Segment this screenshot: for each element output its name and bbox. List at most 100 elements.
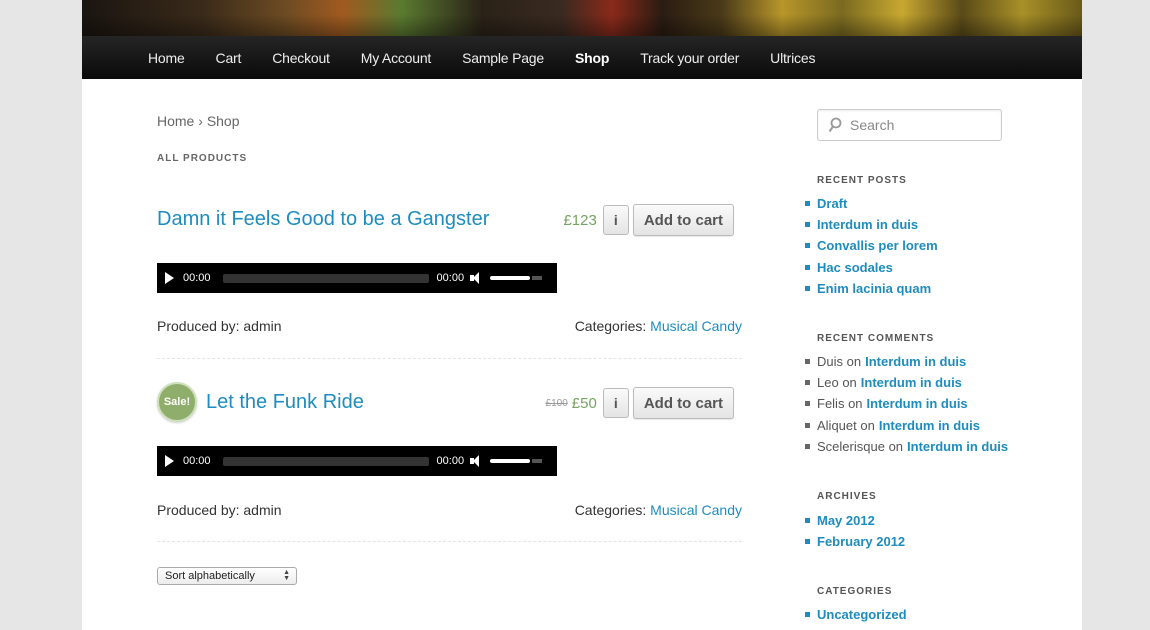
list-item: Felis on Interdum in duis: [805, 393, 1008, 414]
header-banner-image: [82, 0, 1082, 36]
product-price-area: £123 i Add to cart: [563, 204, 734, 236]
divider: [157, 541, 742, 542]
comment-on: on: [842, 375, 857, 391]
volume-slider-rest: [532, 276, 543, 280]
comment-author: Leo on: [817, 375, 857, 390]
volume-icon[interactable]: [470, 455, 484, 467]
volume-icon[interactable]: [470, 272, 484, 284]
audio-progress-bar[interactable]: [222, 456, 429, 466]
product-price-area: £100 £50 i Add to cart: [546, 387, 734, 419]
comment-on: on: [846, 354, 862, 370]
audio-current-time: 00:00: [183, 272, 211, 284]
list-item: Interdum in duis: [805, 214, 938, 235]
product-price: £123: [563, 211, 597, 229]
product-title[interactable]: Damn it Feels Good to be a Gangster: [157, 208, 489, 231]
audio-player: 00:00 00:00: [157, 446, 557, 476]
category-link[interactable]: Musical Candy: [650, 502, 742, 518]
nav-checkout[interactable]: Checkout: [272, 50, 330, 66]
audio-duration: 00:00: [436, 272, 465, 284]
recent-post-link[interactable]: Hac sodales: [817, 260, 893, 275]
recent-posts-list: Draft Interdum in duis Convallis per lor…: [805, 193, 938, 299]
add-to-cart-button[interactable]: Add to cart: [632, 204, 734, 236]
page: Home Cart Checkout My Account Sample Pag…: [82, 0, 1082, 630]
comment-author: Scelerisque on: [817, 439, 903, 454]
nav-sample-page[interactable]: Sample Page: [462, 50, 544, 66]
search-input[interactable]: Search: [817, 109, 1002, 141]
volume-slider[interactable]: [490, 276, 531, 280]
category-link[interactable]: Uncategorized: [817, 607, 907, 622]
list-item: February 2012: [805, 531, 905, 552]
recent-posts-title: RECENT POSTS: [817, 175, 907, 186]
product-old-price: £100: [545, 397, 568, 409]
archive-link[interactable]: May 2012: [817, 513, 875, 528]
comment-on: on: [848, 396, 863, 412]
audio-duration: 00:00: [436, 455, 465, 467]
nav-shop[interactable]: Shop: [575, 50, 609, 66]
comment-author: Aliquet on: [817, 418, 875, 433]
list-item: May 2012: [805, 510, 905, 531]
search-placeholder: Search: [850, 117, 895, 133]
nav-my-account[interactable]: My Account: [361, 50, 432, 66]
audio-player: 00:00 00:00: [157, 263, 557, 293]
nav-track-order[interactable]: Track your order: [640, 50, 739, 66]
produced-by: Produced by: admin: [157, 318, 282, 334]
product-title[interactable]: Let the Funk Ride: [206, 391, 364, 414]
comment-author-name: Leo: [817, 375, 839, 391]
play-icon[interactable]: [165, 272, 174, 284]
comment-on: on: [888, 438, 904, 454]
comment-post-link[interactable]: Interdum in duis: [907, 439, 1008, 454]
add-to-cart-button[interactable]: Add to cart: [632, 387, 734, 419]
breadcrumb-home[interactable]: Home: [157, 113, 194, 129]
comment-author: Felis on: [817, 396, 863, 411]
volume-slider[interactable]: [490, 459, 531, 463]
nav-home[interactable]: Home: [148, 50, 185, 66]
product-categories: Categories: Musical Candy: [575, 318, 742, 334]
recent-post-link[interactable]: Interdum in duis: [817, 217, 918, 232]
info-button[interactable]: i: [602, 388, 629, 418]
comment-post-link[interactable]: Interdum in duis: [879, 418, 980, 433]
archives-list: May 2012 February 2012: [805, 510, 905, 552]
categories-label: Categories:: [574, 502, 647, 518]
list-item: Draft: [805, 193, 938, 214]
comment-author: Duis on: [817, 354, 861, 369]
comment-post-link[interactable]: Interdum in duis: [861, 375, 962, 390]
comment-post-link[interactable]: Interdum in duis: [865, 354, 966, 369]
recent-post-link[interactable]: Draft: [817, 196, 847, 211]
categories-list: Uncategorized: [805, 604, 907, 625]
produced-by-label: Produced by:: [157, 318, 240, 334]
archive-link[interactable]: February 2012: [817, 534, 905, 549]
recent-post-link[interactable]: Enim lacinia quam: [817, 281, 931, 296]
nav-ultrices[interactable]: Ultrices: [770, 50, 815, 66]
categories-title: CATEGORIES: [817, 586, 893, 597]
page-title: ALL PRODUCTS: [157, 153, 248, 164]
breadcrumb-separator: ›: [198, 113, 203, 129]
produced-by-label: Produced by:: [157, 502, 240, 518]
breadcrumb: Home › Shop: [157, 113, 240, 129]
list-item: Aliquet on Interdum in duis: [805, 415, 1008, 436]
list-item: Enim lacinia quam: [805, 278, 938, 299]
category-link[interactable]: Musical Candy: [650, 318, 742, 334]
produced-by: Produced by: admin: [157, 502, 282, 518]
recent-post-link[interactable]: Convallis per lorem: [817, 238, 938, 253]
play-icon[interactable]: [165, 455, 174, 467]
list-item: Leo on Interdum in duis: [805, 372, 1008, 393]
comment-author-name: Scelerisque: [817, 438, 885, 454]
comment-author-name: Aliquet: [817, 417, 857, 433]
produced-by-value: admin: [243, 318, 282, 334]
comment-author-name: Duis: [817, 354, 844, 370]
list-item: Duis on Interdum in duis: [805, 351, 1008, 372]
comment-post-link[interactable]: Interdum in duis: [867, 396, 968, 411]
list-item: Scelerisque on Interdum in duis: [805, 436, 1008, 457]
nav-cart[interactable]: Cart: [216, 50, 242, 66]
audio-progress-bar[interactable]: [222, 273, 429, 283]
sort-selected-value: Sort alphabetically: [165, 570, 255, 582]
breadcrumb-current: Shop: [206, 113, 240, 129]
categories-label: Categories:: [574, 318, 647, 334]
divider: [157, 358, 742, 359]
sort-select[interactable]: Sort alphabetically ▲ ▼: [157, 567, 297, 585]
audio-current-time: 00:00: [183, 455, 211, 467]
info-button[interactable]: i: [602, 205, 629, 235]
comment-author-name: Felis: [817, 396, 845, 412]
volume-slider-rest: [532, 459, 543, 463]
sale-badge: Sale!: [157, 382, 197, 422]
